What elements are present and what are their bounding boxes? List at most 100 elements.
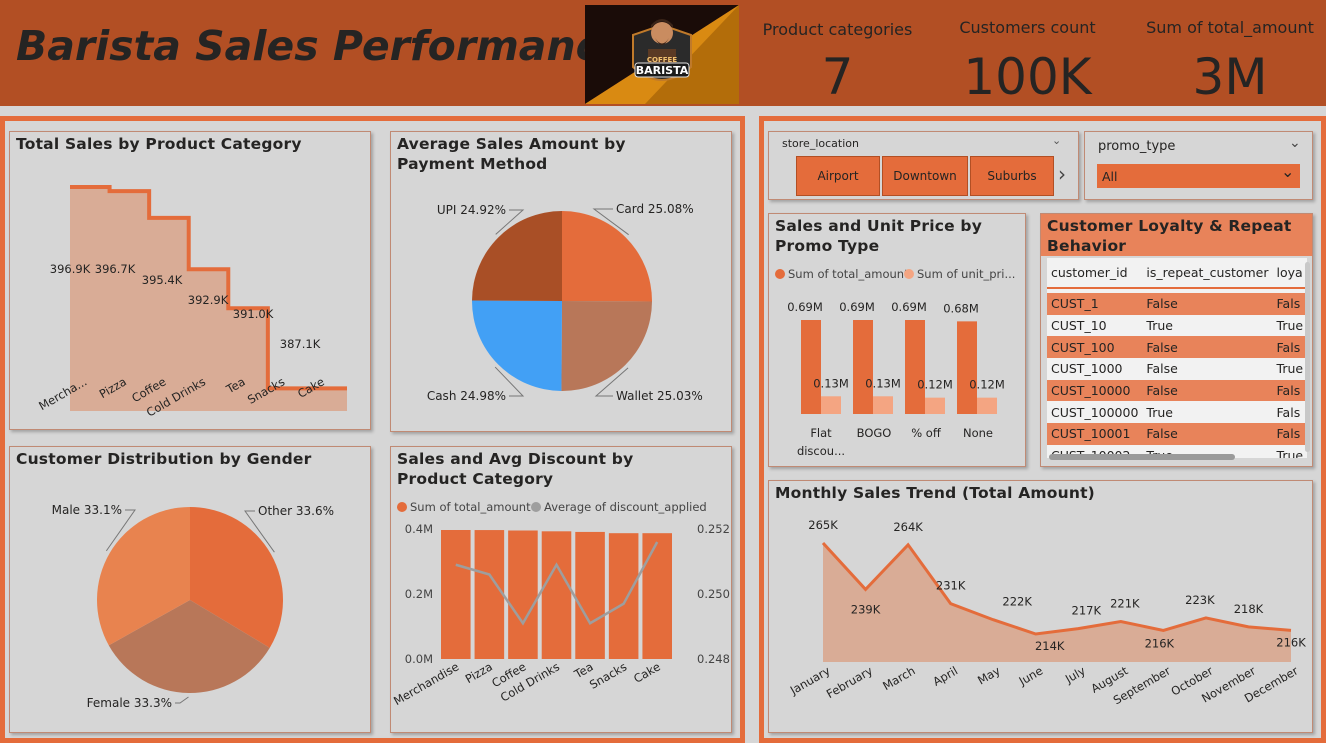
data-label: 0.69M [787,300,823,314]
cell-customer-id: CUST_10001 [1051,426,1131,442]
data-label: 223K [1185,593,1215,607]
cell-is-repeat: False [1146,383,1178,399]
discount-combo-chart: Sum of total_amount Average of discount_a… [391,500,730,708]
y2-tick-label: 0.248 [697,652,730,666]
x-tick-label: February [824,663,875,701]
data-label: 0.69M [891,300,927,314]
panel-sales-discount[interactable]: Sales and Avg Discount by Product Catego… [390,446,732,733]
data-label: 239K [851,602,881,616]
cell-customer-id: CUST_1 [1051,296,1099,312]
x-tick-label: Cake [631,659,663,685]
x-tick-label: May [975,663,1003,687]
x-tick-label: Flat [810,426,832,440]
cell-is-repeat: False [1146,426,1178,442]
loyalty-table: customer_id is_repeat_customer loya CUST… [1047,258,1307,458]
cell-customer-id: CUST_10 [1051,318,1107,334]
bar-total-amount [905,320,925,414]
chevron-down-icon[interactable]: ⌄ [1052,134,1061,147]
bar-cold-drinks [541,531,572,659]
y-tick-label: 0.0M [405,652,433,666]
pie-slice-upi [472,211,562,301]
x-tick-label: Pizza [463,659,495,686]
y2-tick-label: 0.250 [697,587,730,601]
legend-marker [397,502,407,512]
column-header-is-repeat-customer[interactable]: is_repeat_customer [1142,258,1272,288]
table-row[interactable]: CUST_10000 False Fals [1047,379,1307,402]
table-row[interactable]: CUST_100 False Fals [1047,336,1307,359]
data-label: 222K [1002,595,1032,609]
kpi-customers-count-label: Customers count [959,18,1096,37]
slicer-option-suburbs[interactable]: Suburbs [970,156,1054,196]
x-tick-label: March [880,663,917,693]
slicer-option-airport[interactable]: Airport [796,156,880,196]
promo-type-selected-value: All [1102,169,1118,184]
pie-label: Other 33.6% [258,504,334,518]
panel-total-sales-by-category[interactable]: Total Sales by Product Category 396.9K 39… [9,131,371,430]
bar-snacks [608,533,639,659]
pie-slice-card [562,211,652,302]
table-row[interactable]: CUST_10001 False Fals [1047,423,1307,445]
bar-total-amount [957,321,977,414]
panel-payment-method[interactable]: Average Sales Amount by Payment Method C… [390,131,732,432]
bar-total-amount [853,320,873,414]
table-row[interactable]: CUST_10 True True [1047,314,1307,337]
pie-label: Female 33.3% [87,696,172,710]
slicer-store-location[interactable]: store_location ⌄ Airport Downtown Suburb… [768,131,1079,200]
slicer-promo-type[interactable]: promo_type ⌄ All ⌄ [1084,131,1313,200]
legend-label: Sum of total_amount [410,500,531,514]
cell-is-repeat: False [1146,361,1178,377]
cell-loyalty: True [1276,361,1304,377]
data-label: 0.12M [917,378,953,392]
slicer-option-downtown[interactable]: Downtown [882,156,968,196]
cell-customer-id: CUST_100000 [1051,404,1139,420]
legend-label: Average of discount_applied [544,500,707,514]
table-row[interactable]: CUST_1000 False True [1047,358,1307,380]
data-label: 396.9K [50,262,91,276]
horizontal-scrollbar[interactable] [1049,454,1235,460]
x-tick-label: Snacks [587,659,629,691]
column-header-loyalty[interactable]: loya [1273,258,1307,288]
pie-slice-cash [472,300,562,391]
data-label: 395.4K [142,273,183,287]
data-label: 231K [936,579,966,593]
y-tick-label: 0.4M [405,522,433,536]
kpi-total-amount-label: Sum of total_amount [1146,18,1314,37]
category-area-chart: 396.9K 396.7K395.4K392.9K391.0K387.1KMerc… [36,185,347,420]
panel-monthly-sales-trend[interactable]: Monthly Sales Trend (Total Amount) 265K 2… [768,480,1313,733]
pie-label: Male 33.1% [52,503,122,517]
bar-coffee [508,530,538,659]
bar-merchandise [441,530,471,659]
legend-marker [775,269,785,279]
promo-type-dropdown[interactable]: All ⌄ [1097,162,1300,188]
data-label: 0.13M [865,376,901,390]
panel-gender-distribution[interactable]: Customer Distribution by Gender Other 33… [9,446,371,733]
table-row[interactable]: CUST_1 False Fals [1047,293,1307,315]
pie-slice-wallet [561,301,652,391]
bar-unit-price [977,397,997,414]
data-label: 265K [808,518,838,532]
cell-loyalty: Fals [1276,339,1301,355]
kpi-total-amount-value: 3M [1192,48,1268,106]
loyalty-table-container[interactable]: customer_id is_repeat_customer loya CUST… [1047,258,1307,458]
leader-line [175,696,189,704]
panel-customer-loyalty[interactable]: Customer Loyalty & Repeat Behavior custo… [1040,213,1313,467]
cell-customer-id: CUST_100 [1051,339,1115,355]
chevron-down-icon: ⌄ [1281,162,1295,181]
logo-text-barista: BARISTA [636,64,689,77]
table-row[interactable]: CUST_100000 True Fals [1047,401,1307,424]
x-tick-label: June [1016,663,1046,688]
panel-title: Customer Loyalty & Repeat Behavior [1047,217,1292,255]
bar-unit-price [925,397,945,414]
chevron-down-icon[interactable]: ⌄ [1289,135,1301,151]
legend-label: Sum of unit_pri... [917,267,1015,281]
vertical-scrollbar[interactable] [1305,262,1310,452]
x-tick-label: April [930,663,960,688]
panel-promo-type[interactable]: Sales and Unit Price by Promo Type Sum o… [768,213,1026,467]
bar-tea [575,531,605,659]
kpi-product-categories-label: Product categories [762,20,913,39]
payment-pie-chart: Card 25.08% Wallet 25.03% Cash 24.98% UPI 2… [427,202,703,403]
dashboard-title: Barista Sales Performance [16,22,628,70]
column-header-customer-id[interactable]: customer_id [1047,258,1142,288]
cell-loyalty: True [1276,448,1304,458]
chevron-right-icon[interactable]: › [1058,162,1066,186]
